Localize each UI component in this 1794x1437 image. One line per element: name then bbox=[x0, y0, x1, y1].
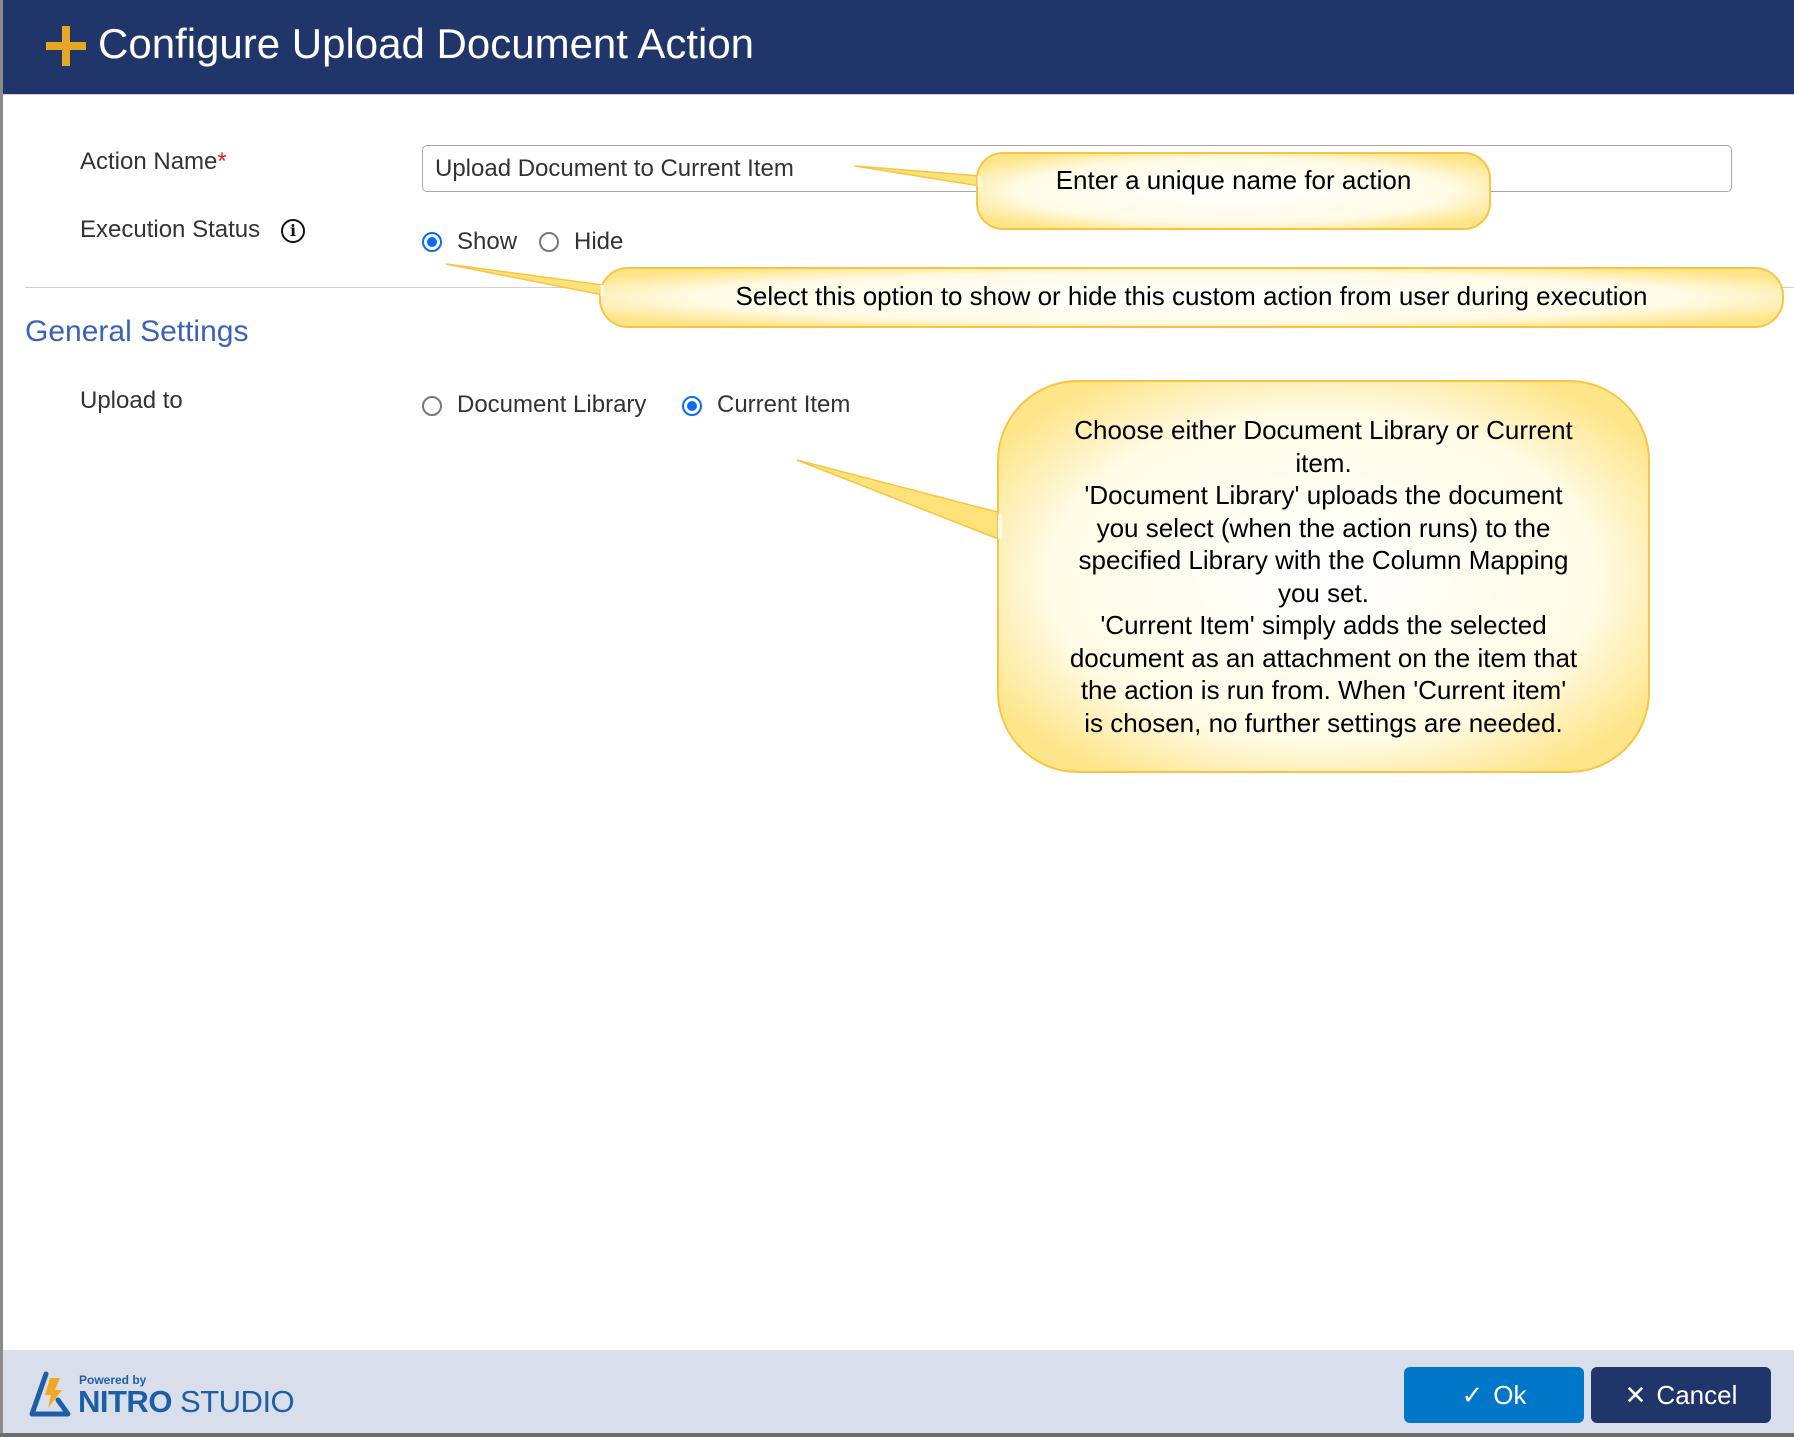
callout-action-name-text: Enter a unique name for action bbox=[1055, 165, 1412, 195]
callout-execution-status-text: Select this option to show or hide this … bbox=[735, 281, 1648, 311]
callout-line: you select (when the action runs) to the bbox=[1096, 512, 1551, 543]
callout-line: is chosen, no further settings are neede… bbox=[1084, 707, 1563, 738]
upload-to-label: Upload to bbox=[80, 387, 183, 414]
cancel-button[interactable]: ✕ Cancel bbox=[1591, 1367, 1771, 1423]
radio-show-label[interactable]: Show bbox=[457, 227, 517, 257]
dialog-header: Configure Upload Document Action bbox=[3, 0, 1794, 95]
callout-line: Choose either Document Library or Curren… bbox=[1074, 415, 1573, 445]
callout-line: you set. bbox=[1277, 577, 1370, 608]
callout-line: document as an attachment on the item th… bbox=[1069, 642, 1578, 673]
callout-line: specified Library with the Column Mappin… bbox=[1078, 545, 1569, 575]
callout-line: 'Document Library' uploads the document bbox=[1084, 480, 1563, 510]
callout-line: item. bbox=[1295, 447, 1352, 478]
action-name-label: Action Name* bbox=[80, 147, 227, 177]
window-bottom-border bbox=[0, 1433, 1794, 1437]
ok-button-label: Ok bbox=[1493, 1379, 1527, 1410]
plus-icon bbox=[46, 26, 86, 66]
brand-name: NITRO STUDIO bbox=[78, 1384, 295, 1420]
brand-light: STUDIO bbox=[171, 1384, 295, 1419]
radio-show[interactable] bbox=[422, 232, 442, 252]
radio-document-library[interactable] bbox=[422, 396, 442, 416]
window-left-border bbox=[0, 0, 3, 1437]
close-icon: ✕ bbox=[1624, 1379, 1647, 1410]
ok-button[interactable]: ✓ Ok bbox=[1404, 1367, 1584, 1423]
callout-upload-to-text: Choose either Document Library or Curren… bbox=[998, 414, 1649, 739]
radio-document-library-label[interactable]: Document Library bbox=[457, 390, 646, 420]
callout-pointer bbox=[445, 263, 604, 296]
radio-hide-label[interactable]: Hide bbox=[574, 227, 623, 257]
cancel-button-label: Cancel bbox=[1656, 1379, 1738, 1410]
general-settings-title: General Settings bbox=[25, 315, 249, 348]
callout-line: 'Current Item' simply adds the selected bbox=[1100, 610, 1547, 640]
required-marker: * bbox=[217, 148, 227, 175]
nitro-studio-logo-icon bbox=[29, 1371, 71, 1417]
check-icon: ✓ bbox=[1461, 1379, 1484, 1410]
callout-line: the action is run from. When 'Current it… bbox=[1080, 675, 1567, 705]
execution-status-label: Execution Status bbox=[80, 216, 261, 243]
radio-current-item-label[interactable]: Current Item bbox=[717, 390, 850, 420]
info-icon[interactable]: i bbox=[281, 219, 305, 243]
dialog-title: Configure Upload Document Action bbox=[98, 20, 755, 67]
action-name-label-text: Action Name bbox=[80, 148, 218, 175]
radio-current-item[interactable] bbox=[682, 396, 702, 416]
callout-pointer bbox=[796, 459, 1002, 542]
brand-bold: NITRO bbox=[78, 1384, 172, 1419]
radio-hide[interactable] bbox=[539, 232, 559, 252]
